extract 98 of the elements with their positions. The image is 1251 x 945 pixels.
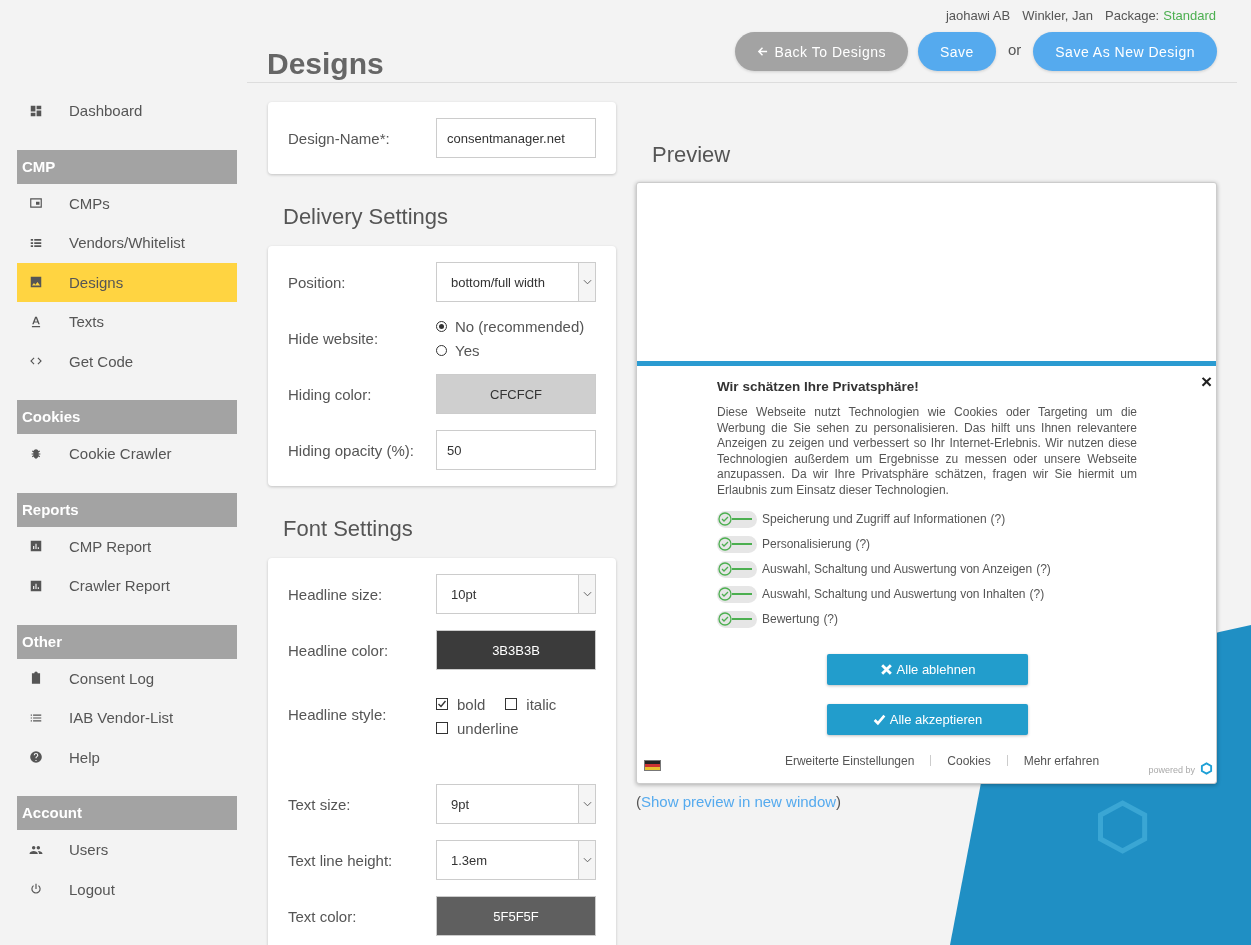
field-label: Text size: <box>288 795 352 813</box>
help-link[interactable]: (?) <box>1036 562 1051 577</box>
text-format-icon <box>29 314 43 329</box>
parenthesis-text: ( <box>636 792 641 810</box>
close-icon[interactable]: × <box>1200 372 1212 391</box>
checkbox[interactable] <box>505 698 518 710</box>
dropdown[interactable]: 10pt <box>436 574 596 614</box>
toggle-switch[interactable] <box>717 510 757 528</box>
checkmark-icon <box>872 712 886 726</box>
color-swatch[interactable]: 3B3B3B <box>436 630 596 670</box>
banner-link[interactable]: Erweiterte Einstellungen <box>784 753 915 768</box>
text-field[interactable]: consentmanager.net <box>436 118 596 158</box>
text-field[interactable]: 50 <box>436 430 596 470</box>
window-icon <box>29 196 43 211</box>
checkbox[interactable] <box>436 722 448 734</box>
purpose-label: Auswahl, Schaltung und Auswertung von Anzeigen <box>762 562 1033 577</box>
field-label: Text line height: <box>288 851 394 869</box>
banner-link[interactable]: Mehr erfahren <box>1023 753 1100 768</box>
caret-icon <box>578 785 595 823</box>
image-icon <box>29 275 43 290</box>
sidebar-item[interactable]: Users <box>17 830 237 870</box>
power-icon <box>29 882 43 897</box>
field-label: Hiding opacity (%): <box>288 441 415 459</box>
arrow-left-icon <box>757 46 769 57</box>
caret-icon <box>578 575 595 613</box>
field-label: Headline color: <box>288 641 390 659</box>
option-label[interactable]: italic <box>526 695 557 713</box>
help-link[interactable]: (?) <box>990 512 1006 527</box>
sidebar-section-header: Reports <box>17 492 237 527</box>
field-label: Hiding color: <box>288 385 373 403</box>
sidebar-item[interactable]: Get Code <box>17 341 237 381</box>
sidebar-item[interactable]: Logout <box>17 869 237 909</box>
sidebar-item[interactable]: Crawler Report <box>17 566 237 606</box>
dashboard-icon <box>29 103 43 118</box>
help-icon <box>29 750 43 765</box>
help-link[interactable]: (?) <box>823 612 839 627</box>
toggle-switch[interactable] <box>717 610 757 628</box>
purpose-label: Bewertung <box>762 612 820 627</box>
banner-text: Diese Webseite nutzt Technologien wie Cookies oder Targeting um die Werbung die Sie sehen zu personalisieren. Das hilft uns Ihnen relevantere Anzeigen zu zeigen und verbessert so Ihr Internet-Erlebnis. Wir nutzen diese Technologien außerdem um Ergebnisse zu messen oder unsere Webseite anzupassen. Da wir Ihre Privatsphäre schätzen, fragen wir Sie hiermit um Erlaubnis zum Einsatz dieser Technologien. <box>717 405 1137 499</box>
close-icon <box>879 662 893 676</box>
field-label: Position: <box>288 273 347 291</box>
purpose-label: Personalisierung <box>762 537 852 552</box>
user-name: Winkler, Jan <box>1022 8 1094 24</box>
sidebar-item[interactable]: Designs <box>17 262 237 302</box>
field-label: Text color: <box>288 907 358 925</box>
page-title: Designs <box>267 47 384 81</box>
preview-title: Preview <box>652 142 732 168</box>
field-label: Hide website: <box>288 329 380 347</box>
bug-icon <box>29 446 43 461</box>
color-swatch[interactable]: CFCFCF <box>436 374 596 414</box>
field-label: Headline style: <box>288 706 388 723</box>
toggle-switch[interactable] <box>717 560 757 578</box>
field-label: Design-Name*: <box>288 129 391 147</box>
sidebar-item[interactable]: Texts <box>17 302 237 342</box>
option-label[interactable]: underline <box>457 719 519 737</box>
parenthesis-text: ) <box>836 792 842 810</box>
purpose-label: Auswahl, Schaltung und Auswertung von Inhalten <box>762 587 1026 602</box>
sidebar-item[interactable]: Consent Log <box>17 658 237 698</box>
clipboard-icon <box>29 671 43 686</box>
sidebar-section-header: Other <box>17 624 237 659</box>
caret-icon <box>578 841 595 879</box>
color-swatch[interactable]: 5F5F5F <box>436 896 596 936</box>
banner-headline: Wir schätzen Ihre Privatsphäre! <box>717 379 920 394</box>
section-title: Delivery Settings <box>283 204 450 230</box>
sidebar-item[interactable]: Vendors/Whitelist <box>17 223 237 263</box>
sidebar-section-header: Account <box>17 796 237 830</box>
sidebar-item[interactable]: CMPs <box>17 183 237 223</box>
powered-by-text: powered by <box>1148 764 1195 775</box>
sidebar-item[interactable]: IAB Vendor-List <box>17 698 237 738</box>
sidebar-item[interactable]: CMP Report <box>17 526 237 566</box>
company-name: jaohawi AB <box>945 8 1011 24</box>
dropdown[interactable]: 9pt <box>436 784 596 824</box>
banner-link[interactable]: Cookies <box>947 753 991 768</box>
toggle-switch[interactable] <box>717 585 757 603</box>
sidebar-section-header: Cookies <box>17 400 237 434</box>
bar-chart-icon <box>29 578 43 593</box>
checkbox[interactable] <box>436 698 448 710</box>
package-name: Standard <box>1163 8 1216 24</box>
dropdown[interactable]: bottom/full width <box>436 262 596 302</box>
option-label[interactable]: bold <box>457 695 486 713</box>
option-label[interactable]: Yes <box>455 341 480 359</box>
help-link[interactable]: (?) <box>1029 587 1045 602</box>
sidebar-item[interactable]: Dashboard <box>17 91 237 131</box>
sidebar-item[interactable]: Cookie Crawler <box>17 434 237 474</box>
package-label: Package: <box>1105 8 1160 24</box>
dropdown[interactable]: 1.3em <box>436 840 596 880</box>
help-link[interactable]: (?) <box>855 537 871 552</box>
section-title: Font Settings <box>283 516 414 542</box>
toggle-switch[interactable] <box>717 535 757 553</box>
flag-icon <box>644 759 661 771</box>
sidebar-item[interactable]: Help <box>17 737 237 777</box>
field-label: Headline size: <box>288 585 384 603</box>
or-text: or <box>1007 41 1022 58</box>
bar-chart-icon <box>29 539 43 554</box>
sidebar-section-header: CMP <box>17 149 237 184</box>
purpose-label: Speicherung und Zugriff auf Informationen <box>762 512 987 527</box>
option-label[interactable]: No (recommended) <box>455 317 585 335</box>
caret-icon <box>578 263 595 301</box>
